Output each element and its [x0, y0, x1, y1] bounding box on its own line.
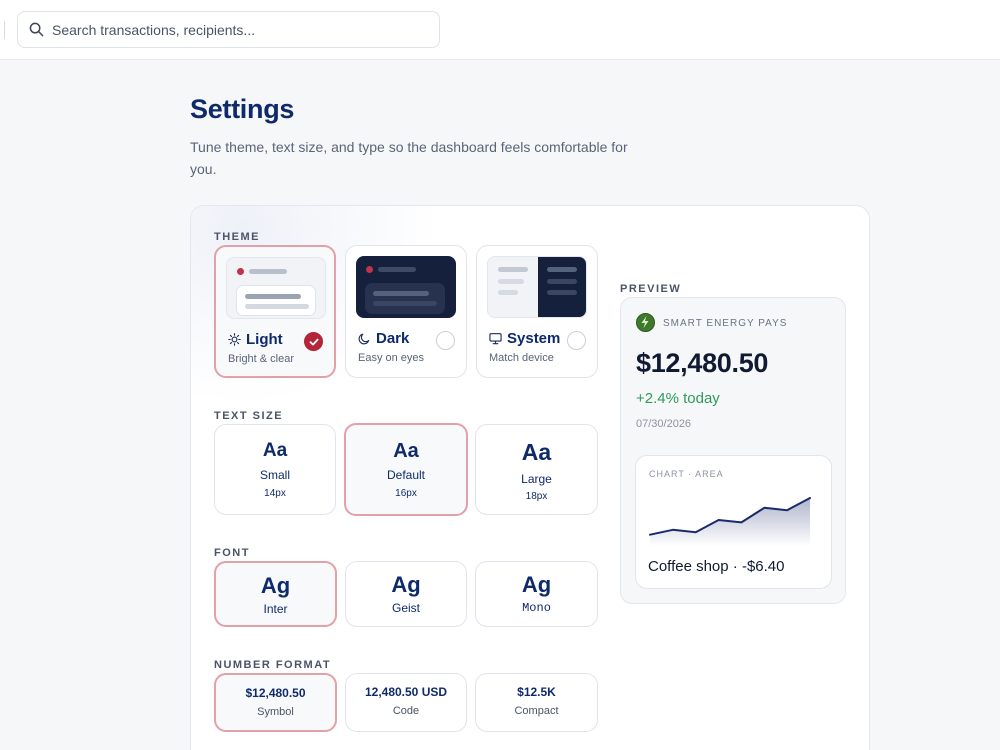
theme-option-dark[interactable]: Dark Easy on eyes: [345, 245, 467, 378]
chart-title: CHART · AREA: [649, 469, 724, 479]
theme-desc-dark: Easy on eyes: [358, 352, 425, 364]
theme-desc-system: Match device: [489, 352, 554, 364]
theme-name-light: Light: [246, 331, 283, 348]
page-title: Settings: [190, 94, 295, 124]
theme-system-radio[interactable]: [567, 331, 586, 350]
font-option-mono[interactable]: Ag Mono: [475, 561, 598, 627]
theme-option-system[interactable]: System Match device: [476, 245, 598, 378]
light-theme-thumbnail: [226, 257, 326, 319]
font-sample-mono: Ag: [521, 572, 552, 597]
number-format-section-label: NUMBER FORMAT: [214, 659, 332, 671]
text-size-name-large: Large: [521, 472, 552, 486]
theme-name-dark: Dark: [376, 330, 410, 347]
system-theme-thumbnail: [487, 256, 587, 318]
font-sample-geist: Ag: [391, 572, 421, 597]
chart-caption: Coffee shop · -$6.40: [648, 558, 785, 575]
text-size-name-small: Small: [259, 468, 290, 482]
text-size-px-large: 18px: [525, 491, 548, 502]
brand-logo: [636, 313, 655, 332]
text-size-option-default[interactable]: Aa Default 16px: [344, 423, 468, 516]
page-subtitle: Tune theme, text size, and type so the d…: [190, 139, 628, 177]
number-format-name-symbol: Symbol: [257, 706, 294, 718]
text-size-name-default: Default: [386, 468, 426, 482]
theme-light-radio[interactable]: [304, 332, 323, 351]
number-format-name-code: Code: [392, 705, 420, 717]
moon-icon: [358, 333, 370, 345]
number-format-option-code[interactable]: 12,480.50 USD Code: [345, 673, 467, 732]
number-format-value-symbol: $12,480.50: [245, 686, 306, 700]
text-size-px-small: 14px: [264, 488, 286, 499]
theme-option-light[interactable]: Light Bright & clear: [214, 245, 336, 378]
text-size-option-large[interactable]: Aa Large 18px: [475, 424, 598, 515]
theme-desc-light: Bright & clear: [228, 353, 295, 365]
preview-date: 07/30/2026: [636, 418, 692, 430]
font-name-mono: Mono: [522, 601, 551, 615]
preview-chart-card: CHART · AREA Coffee shop · -$6.40: [635, 455, 832, 589]
text-size-option-small[interactable]: Aa Small 14px: [214, 424, 336, 515]
check-icon: [309, 338, 319, 346]
area-chart: [649, 497, 811, 546]
dark-theme-thumbnail: [356, 256, 456, 318]
number-format-value-compact: $12.5K: [517, 685, 556, 699]
search-box[interactable]: [17, 11, 440, 48]
sidebar-edge: [4, 21, 5, 39]
preview-section-label: PREVIEW: [620, 283, 682, 295]
preview-card: SMART ENERGY PAYS $12,480.50 +2.4% today…: [620, 297, 846, 604]
bolt-icon: [641, 316, 649, 328]
text-size-sample-default: Aa: [393, 440, 419, 462]
font-option-inter[interactable]: Ag Inter: [214, 561, 337, 627]
number-format-name-compact: Compact: [514, 705, 559, 717]
theme-name-system: System: [507, 330, 561, 347]
sun-icon: [228, 333, 241, 346]
search-input[interactable]: [52, 12, 432, 47]
font-option-geist[interactable]: Ag Geist: [345, 561, 467, 627]
preview-amount: $12,480.50: [636, 348, 769, 378]
font-sample-inter: Ag: [260, 573, 291, 598]
number-format-option-symbol[interactable]: $12,480.50 Symbol: [214, 673, 337, 732]
text-size-sample-large: Aa: [521, 439, 552, 465]
monitor-icon: [489, 333, 502, 345]
text-size-section-label: TEXT SIZE: [214, 410, 284, 422]
brand-name: SMART ENERGY PAYS: [663, 318, 788, 329]
number-format-option-compact[interactable]: $12.5K Compact: [475, 673, 598, 732]
font-name-geist: Geist: [391, 601, 420, 615]
top-bar: [0, 0, 1000, 60]
text-size-px-default: 16px: [395, 488, 417, 499]
theme-section-label: THEME: [214, 231, 260, 243]
font-name-inter: Inter: [263, 602, 288, 616]
text-size-sample-small: Aa: [262, 440, 288, 461]
theme-dark-radio[interactable]: [436, 331, 455, 350]
font-section-label: FONT: [214, 547, 250, 559]
number-format-value-code: 12,480.50 USD: [364, 685, 448, 699]
preview-change: +2.4% today: [636, 390, 720, 407]
search-icon: [29, 22, 44, 37]
